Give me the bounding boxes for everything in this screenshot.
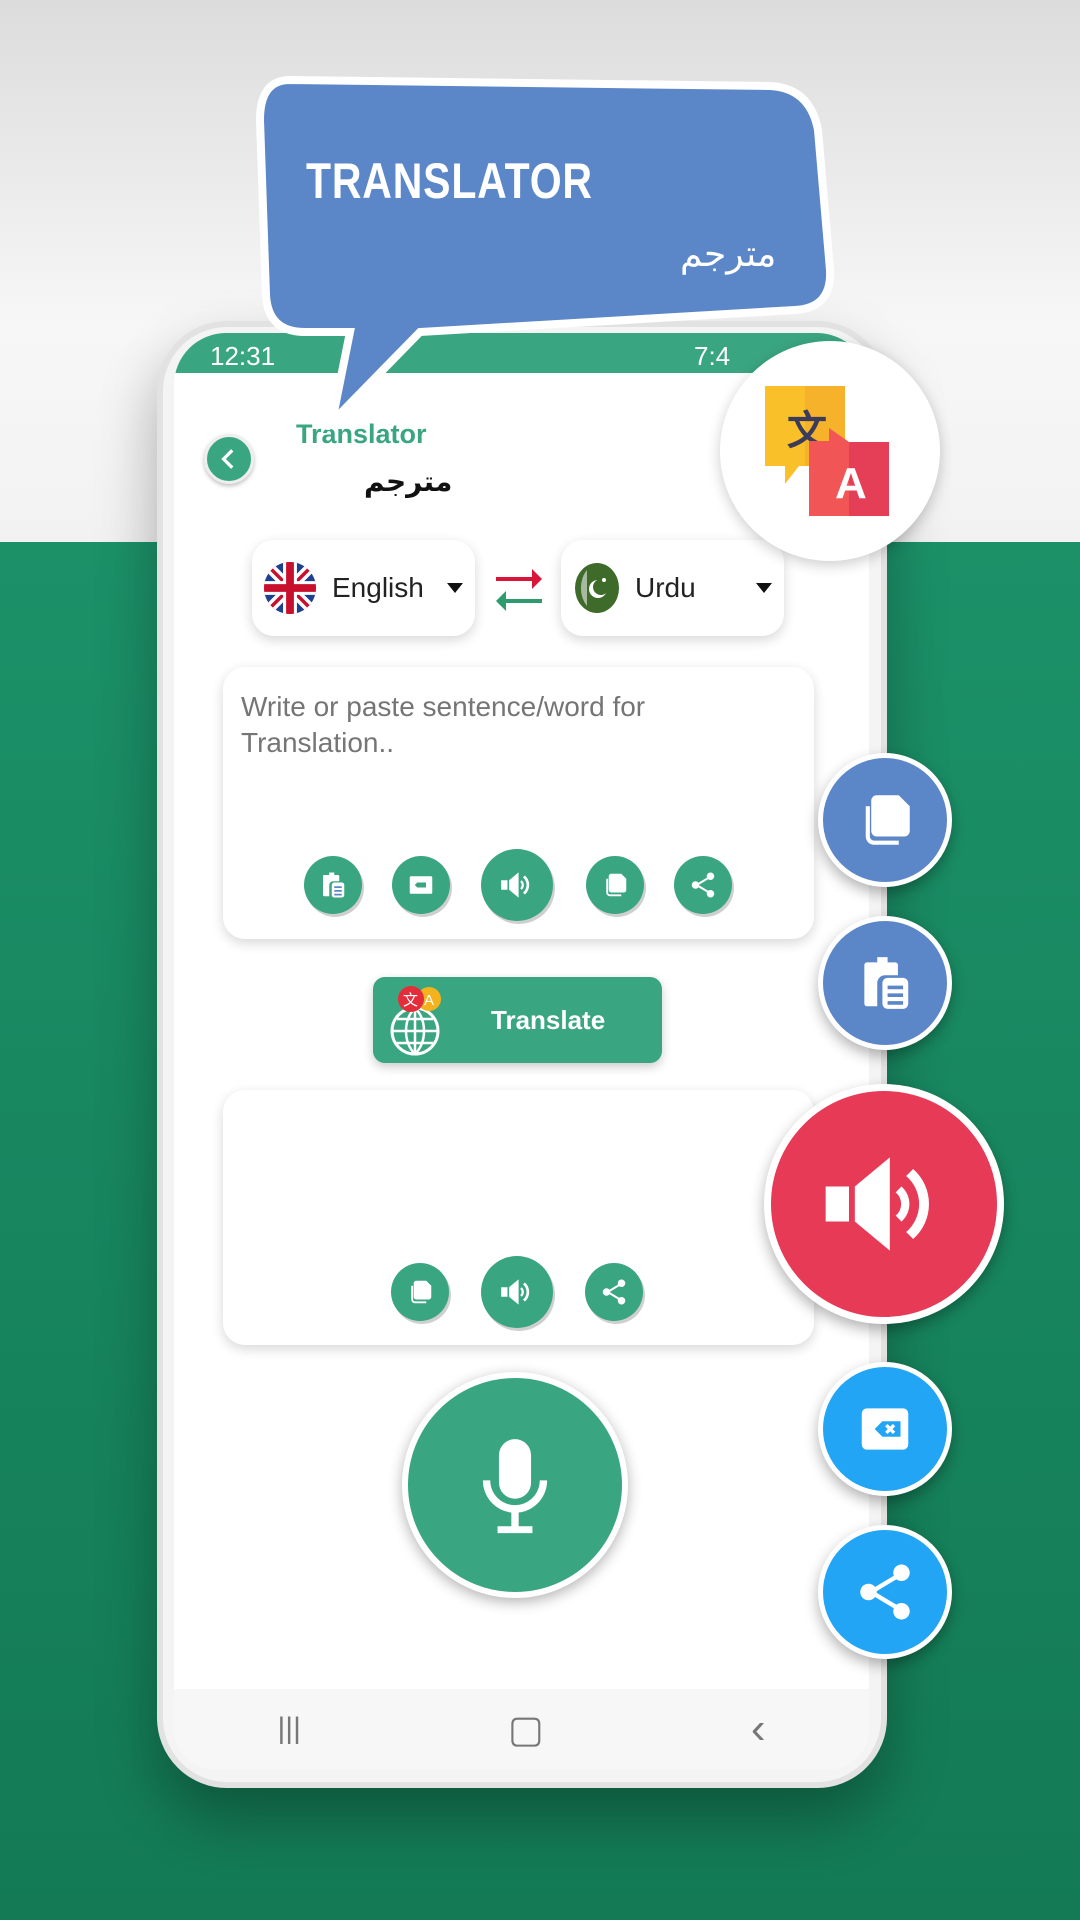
svg-text:文: 文 bbox=[403, 991, 418, 1009]
pakistan-flag-icon bbox=[575, 563, 619, 613]
share-output-button[interactable] bbox=[585, 1263, 643, 1321]
translate-button[interactable]: A文 Translate bbox=[373, 977, 662, 1063]
chevron-left-icon bbox=[221, 449, 234, 469]
nav-back-button[interactable]: ‹ bbox=[751, 1704, 766, 1754]
share-icon bbox=[599, 1277, 629, 1307]
translation-input[interactable] bbox=[241, 689, 781, 839]
navigation-bar: ||| ▢ ‹ bbox=[174, 1689, 869, 1769]
microphone-icon bbox=[460, 1420, 570, 1550]
nav-recent-button[interactable]: ||| bbox=[278, 1712, 301, 1746]
translate-logo-icon: 文 A bbox=[765, 386, 889, 516]
banner-subtitle: مترجم bbox=[680, 234, 777, 275]
floating-share-button[interactable] bbox=[818, 1525, 952, 1659]
dropdown-caret-icon bbox=[447, 583, 463, 593]
copy-icon bbox=[600, 870, 630, 900]
speak-input-button[interactable] bbox=[481, 849, 553, 921]
copy-output-button[interactable] bbox=[391, 1263, 449, 1321]
source-language-select[interactable]: English bbox=[252, 540, 475, 636]
banner-title: TRANSLATOR bbox=[306, 153, 593, 209]
copy-icon bbox=[852, 787, 918, 853]
nav-home-button[interactable]: ▢ bbox=[508, 1707, 544, 1752]
dropdown-caret-icon bbox=[756, 583, 772, 593]
share-icon bbox=[852, 1559, 918, 1625]
backspace-icon bbox=[861, 1408, 909, 1450]
share-icon bbox=[688, 870, 718, 900]
target-language-label: Urdu bbox=[635, 572, 696, 603]
svg-text:A: A bbox=[424, 992, 434, 1009]
phone-screen: 12:31 7:4 Translator مترجم English Urdu … bbox=[174, 333, 869, 1769]
uk-flag-icon bbox=[264, 562, 316, 614]
paste-icon bbox=[854, 952, 916, 1014]
output-card bbox=[223, 1090, 814, 1345]
back-button[interactable] bbox=[204, 434, 254, 484]
app-logo: 文 A bbox=[720, 341, 940, 561]
paste-icon bbox=[318, 870, 348, 900]
svg-text:A: A bbox=[835, 459, 867, 508]
microphone-button[interactable] bbox=[402, 1372, 628, 1598]
clear-button[interactable] bbox=[392, 856, 450, 914]
floating-paste-button[interactable] bbox=[818, 916, 952, 1050]
speaker-icon bbox=[498, 1273, 536, 1311]
copy-input-button[interactable] bbox=[586, 856, 644, 914]
speaker-icon bbox=[814, 1134, 954, 1274]
share-input-button[interactable] bbox=[674, 856, 732, 914]
floating-clear-button[interactable] bbox=[818, 1362, 952, 1496]
swap-arrows-icon bbox=[496, 569, 542, 611]
globe-translate-icon: A文 bbox=[390, 986, 441, 1056]
target-language-select[interactable]: Urdu bbox=[561, 540, 784, 636]
paste-button[interactable] bbox=[304, 856, 362, 914]
copy-icon bbox=[405, 1277, 435, 1307]
header-subtitle: مترجم bbox=[364, 465, 453, 498]
source-language-label: English bbox=[332, 572, 424, 603]
swap-languages-button[interactable] bbox=[494, 565, 544, 616]
floating-speak-button[interactable] bbox=[764, 1084, 1004, 1324]
speaker-icon bbox=[498, 866, 536, 904]
translate-button-label: Translate bbox=[491, 1004, 606, 1035]
speak-output-button[interactable] bbox=[481, 1256, 553, 1328]
input-card bbox=[223, 667, 814, 939]
clear-icon bbox=[406, 870, 436, 900]
floating-copy-button[interactable] bbox=[818, 753, 952, 887]
